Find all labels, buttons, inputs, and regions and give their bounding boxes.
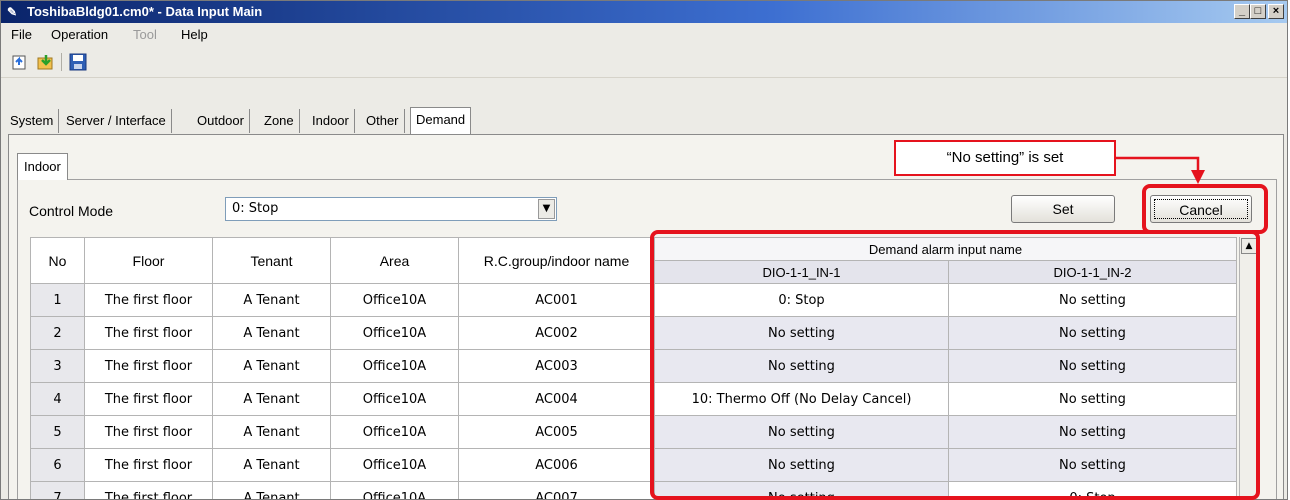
cancel-highlight-box [1142, 184, 1268, 234]
demand-columns-highlight-box [650, 230, 1260, 500]
